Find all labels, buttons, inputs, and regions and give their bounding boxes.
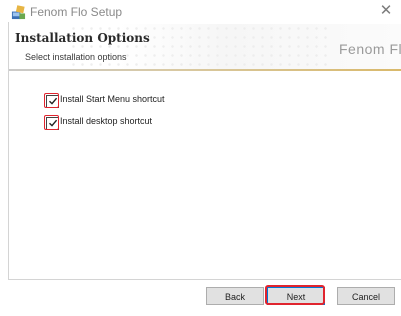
footer-divider [9, 279, 401, 280]
checkbox-highlight-box [44, 115, 59, 130]
header-banner: Installation Options Select installation… [9, 24, 401, 69]
banner-divider [9, 69, 401, 71]
page-title: Installation Options [15, 31, 150, 45]
installer-app-icon [11, 5, 26, 20]
cancel-button[interactable]: Cancel [337, 287, 395, 305]
checkbox-highlight-box [44, 93, 59, 108]
brand-logo: Fenom Flo [339, 41, 401, 57]
window-title: Fenom Flo Setup [30, 5, 123, 19]
title-bar: Fenom Flo Setup ✕ [0, 0, 401, 24]
start-menu-label: Install Start Menu shortcut [60, 94, 165, 104]
desktop-label: Install desktop shortcut [60, 116, 153, 126]
page-subtitle: Select installation options [25, 52, 127, 62]
back-button[interactable]: Back [206, 287, 264, 305]
setup-window: Fenom Flo Setup ✕ Installation Options S… [0, 0, 401, 316]
close-icon[interactable]: ✕ [371, 0, 401, 22]
next-highlight-box [265, 285, 325, 305]
